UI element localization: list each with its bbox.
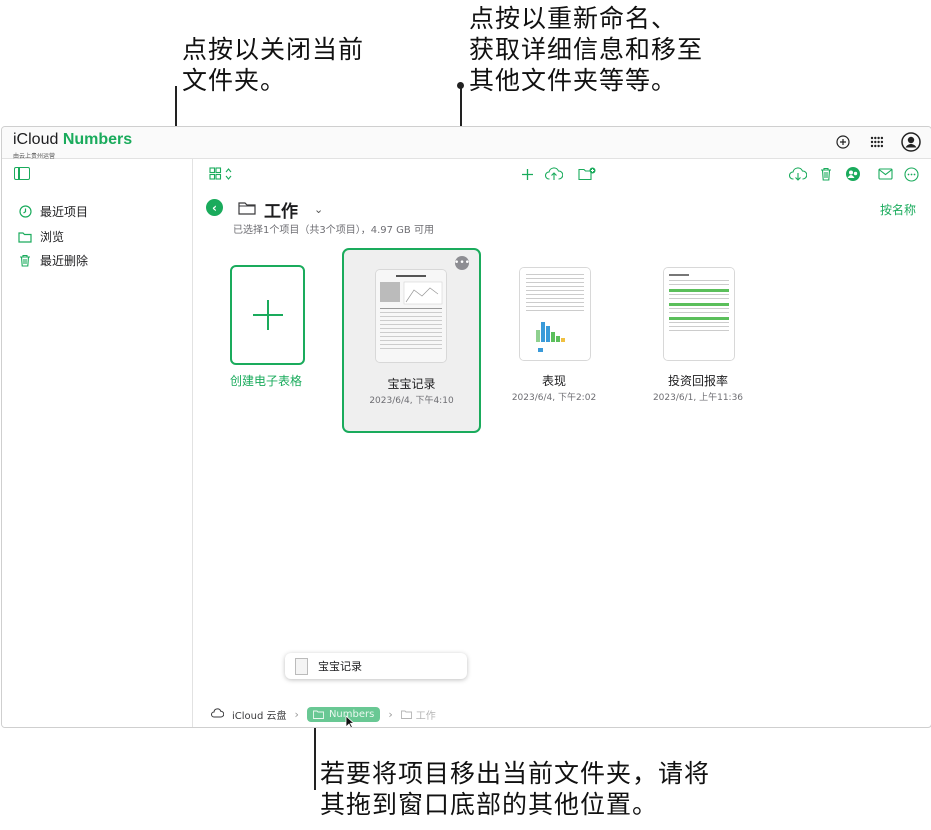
brand-numbers: Numbers: [62, 131, 133, 148]
trash-icon: [18, 254, 32, 268]
breadcrumb-current-label: 工作: [415, 711, 436, 722]
mail-icon[interactable]: [875, 164, 895, 184]
chevron-down-icon[interactable]: ⌄: [314, 203, 323, 216]
clock-icon: [18, 205, 32, 219]
folder-info: 已选择1个项目（共3个项目），4.97 GB 可用: [233, 225, 434, 236]
callout-dot: [457, 82, 464, 89]
folder-header: 工作 ⌄: [238, 197, 323, 222]
new-folder-icon[interactable]: [577, 164, 597, 184]
account-icon[interactable]: [901, 132, 921, 152]
sort-by-name-button[interactable]: 按名称: [880, 201, 916, 218]
file-thumbnail[interactable]: [519, 267, 591, 361]
upload-icon[interactable]: [544, 164, 564, 184]
new-spreadsheet-icon[interactable]: [517, 164, 537, 184]
file-more-button[interactable]: •••: [454, 256, 470, 270]
callout-rename: 点按以重新命名、 获取详细信息和移至 其他文件夹等等。: [469, 4, 704, 95]
folder-icon: [400, 710, 412, 719]
delete-icon[interactable]: [816, 164, 836, 184]
dragged-file-name: 宝宝记录: [318, 660, 362, 673]
folder-icon: [18, 230, 32, 244]
file-icon: [295, 657, 308, 675]
file-name: 表现: [541, 374, 566, 388]
dragged-file[interactable]: 宝宝记录: [285, 653, 467, 679]
folder-icon: [238, 200, 256, 219]
app-grid-icon[interactable]: [867, 132, 887, 152]
sidebar: 最近项目 浏览 最近删除: [2, 159, 193, 727]
sidebar-item-label: 最近项目: [40, 205, 89, 219]
sidebar-item-browse[interactable]: 浏览: [18, 228, 64, 245]
view-toggle-icon[interactable]: [207, 164, 237, 184]
top-bar: iCloud Numbers 由云上贵州运营: [2, 127, 931, 160]
callout-move-out: 若要将项目移出当前文件夹，请将 其拖到窗口底部的其他位置。: [320, 759, 711, 819]
folder-name: 工作: [264, 202, 298, 222]
chevron-left-icon: ‹: [212, 200, 217, 215]
app-window: iCloud Numbers 由云上贵州运营 最近项目 浏览 最近删除 ‹ 工作…: [1, 126, 931, 728]
create-spreadsheet-button[interactable]: [230, 265, 305, 365]
sidebar-item-recently-deleted[interactable]: 最近删除: [18, 252, 88, 269]
top-icons: [833, 132, 921, 152]
file-thumbnail: [375, 269, 447, 363]
brand-icloud: iCloud: [13, 131, 59, 148]
download-icon[interactable]: [788, 164, 808, 184]
callout-close-folder: 点按以关闭当前 文件夹。: [182, 35, 365, 95]
main-area: ‹ 工作 ⌄ 已选择1个项目（共3个项目），4.97 GB 可用 按名称 创建电…: [193, 159, 931, 727]
sidebar-item-recents[interactable]: 最近项目: [18, 203, 88, 220]
file-name: 投资回报率: [667, 374, 728, 388]
close-folder-button[interactable]: ‹: [206, 199, 223, 216]
file-name: 宝宝记录: [387, 377, 436, 391]
breadcrumb-icloud-drive[interactable]: iCloud 云盘: [232, 707, 287, 722]
sidebar-item-label: 最近删除: [40, 254, 89, 268]
folder-icon: [312, 710, 324, 719]
app-brand[interactable]: iCloud Numbers 由云上贵州运营: [13, 131, 133, 160]
chevron-right-icon: ›: [388, 708, 393, 721]
collaborate-icon[interactable]: [843, 164, 863, 184]
breadcrumb: iCloud 云盘 › Numbers › 工作: [211, 707, 436, 722]
create-spreadsheet-label[interactable]: 创建电子表格: [213, 372, 319, 389]
breadcrumb-current[interactable]: 工作: [400, 707, 436, 722]
plus-icon: [252, 300, 283, 330]
more-options-icon[interactable]: [901, 164, 921, 184]
file-thumbnail[interactable]: [663, 267, 735, 361]
cloud-icon: [211, 708, 225, 721]
ellipsis-icon: •••: [454, 257, 470, 268]
file-date: 2023/6/1, 上午11:36: [652, 393, 744, 403]
chevron-right-icon: ›: [294, 708, 299, 721]
cursor-icon: [345, 715, 355, 727]
file-date: 2023/6/4, 下午2:02: [511, 393, 597, 403]
breadcrumb-numbers[interactable]: Numbers: [306, 707, 381, 722]
file-tile-selected[interactable]: 宝宝记录 2023/6/4, 下午4:10: [342, 248, 481, 433]
sidebar-item-label: 浏览: [40, 230, 65, 244]
plus-circle-icon[interactable]: [833, 132, 853, 152]
file-date: 2023/6/4, 下午4:10: [369, 396, 454, 406]
sidebar-toggle-icon[interactable]: [14, 167, 30, 180]
